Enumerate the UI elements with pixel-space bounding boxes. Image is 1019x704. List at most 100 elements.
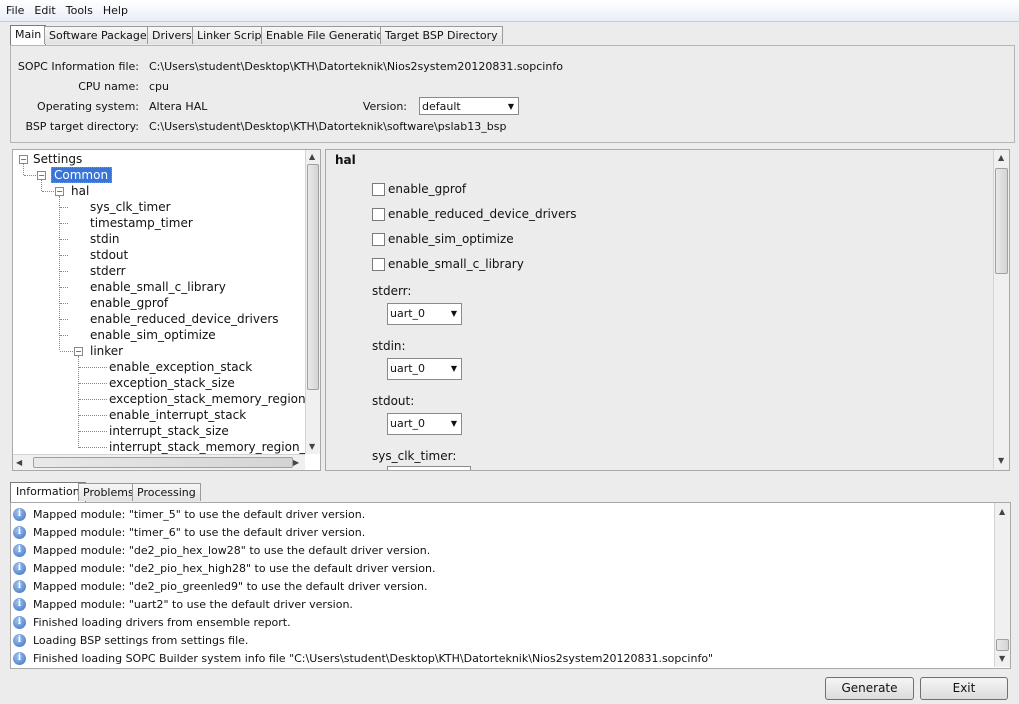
tree-vertical-scrollbar[interactable]: ▲ ▼ <box>305 150 320 454</box>
stdin-label: stdin: <box>372 339 406 353</box>
scroll-down-icon[interactable]: ▼ <box>309 442 315 451</box>
settings-scroll-thumb[interactable] <box>995 168 1008 274</box>
enable-reduced-device-drivers-checkbox[interactable] <box>372 208 385 221</box>
scroll-up-icon[interactable]: ▲ <box>999 507 1005 516</box>
info-icon: i <box>13 652 26 665</box>
tree-item-enable-interrupt-stack[interactable]: enable_interrupt_stack <box>109 408 246 422</box>
tab-enable-file-generation[interactable]: Enable File Generation <box>261 26 396 44</box>
minus-expander-icon[interactable]: − <box>55 187 64 196</box>
info-icon: i <box>13 598 26 611</box>
enable-small-c-library-checkbox[interactable] <box>372 258 385 271</box>
scroll-up-icon[interactable]: ▲ <box>309 152 315 161</box>
tree-scroll-thumb[interactable] <box>307 164 319 390</box>
tab-information[interactable]: Information <box>10 482 86 502</box>
info-icon: i <box>13 562 26 575</box>
tree-item-sys-clk-timer[interactable]: sys_clk_timer <box>90 200 171 214</box>
stdout-label: stdout: <box>372 394 415 408</box>
version-value: default <box>422 100 461 113</box>
minus-expander-icon[interactable]: − <box>19 155 28 164</box>
tab-processing[interactable]: Processing <box>132 483 201 501</box>
scroll-down-icon[interactable]: ▼ <box>998 456 1004 465</box>
version-label: Version: <box>362 100 407 113</box>
info-icon: i <box>13 508 26 521</box>
chevron-down-icon: ▼ <box>450 364 457 373</box>
chevron-down-icon: ▼ <box>507 102 514 111</box>
stderr-select[interactable]: uart_0 ▼ <box>387 303 462 325</box>
tree-item-stdin[interactable]: stdin <box>90 232 120 246</box>
enable-small-c-library-label: enable_small_c_library <box>388 257 524 271</box>
tree-item-enable-exception-stack[interactable]: enable_exception_stack <box>109 360 252 374</box>
enable-gprof-checkbox[interactable] <box>372 183 385 196</box>
tree-item-stdout[interactable]: stdout <box>90 248 128 262</box>
menu-help[interactable]: Help <box>97 0 132 17</box>
tree-linker[interactable]: linker <box>90 344 123 358</box>
chevron-down-icon: ▼ <box>450 309 457 318</box>
bsp-value: C:\Users\student\Desktop\KTH\Datorteknik… <box>149 120 507 133</box>
bsp-label: BSP target directory: <box>25 120 139 133</box>
information-log: i Mapped module: "timer_5" to use the def… <box>10 502 1011 669</box>
info-icon: i <box>13 544 26 557</box>
sys-clk-timer-select[interactable] <box>387 466 471 470</box>
tab-linker-script[interactable]: Linker Script <box>192 26 271 44</box>
tree-item-interrupt-stack-memory-region[interactable]: interrupt_stack_memory_region_na <box>109 440 305 454</box>
os-value: Altera HAL <box>149 100 208 113</box>
stdin-select[interactable]: uart_0 ▼ <box>387 358 462 380</box>
tree-item-interrupt-stack-size[interactable]: interrupt_stack_size <box>109 424 229 438</box>
enable-sim-optimize-checkbox[interactable] <box>372 233 385 246</box>
menu-tools[interactable]: Tools <box>60 0 97 17</box>
minus-expander-icon[interactable]: − <box>74 347 83 356</box>
os-label: Operating system: <box>37 100 139 113</box>
tree-hal[interactable]: hal <box>71 184 89 198</box>
chevron-down-icon: ▼ <box>450 419 457 428</box>
cpu-value: cpu <box>149 80 170 93</box>
scroll-left-icon[interactable]: ◀ <box>16 458 22 467</box>
info-icon: i <box>13 634 26 647</box>
scroll-right-icon[interactable]: ▶ <box>293 458 299 467</box>
tree-horizontal-scrollbar[interactable]: ◀ ▶ <box>13 454 305 470</box>
minus-expander-icon[interactable]: − <box>37 171 46 180</box>
stdout-select[interactable]: uart_0 ▼ <box>387 413 462 435</box>
main-info-panel: SOPC Information file: C:\Users\student\… <box>10 45 1015 143</box>
tree-item-enable-reduced-device-drivers[interactable]: enable_reduced_device_drivers <box>90 312 279 326</box>
settings-vertical-scrollbar[interactable]: ▲ ▼ <box>993 150 1009 469</box>
tab-problems[interactable]: Problems <box>78 483 139 501</box>
tree-item-enable-small-c-library[interactable]: enable_small_c_library <box>90 280 226 294</box>
tree-item-timestamp-timer[interactable]: timestamp_timer <box>90 216 193 230</box>
tab-drivers[interactable]: Drivers <box>147 26 197 44</box>
sopc-value: C:\Users\student\Desktop\KTH\Datorteknik… <box>149 60 563 73</box>
enable-gprof-label: enable_gprof <box>388 182 467 196</box>
tree-settings[interactable]: Settings <box>33 152 82 166</box>
scroll-down-icon[interactable]: ▼ <box>999 654 1005 663</box>
tree-item-enable-sim-optimize[interactable]: enable_sim_optimize <box>90 328 216 342</box>
info-icon: i <box>13 616 26 629</box>
tree-item-enable-gprof[interactable]: enable_gprof <box>90 296 168 310</box>
menu-edit[interactable]: Edit <box>28 0 59 17</box>
tree-hscroll-thumb[interactable] <box>33 457 293 468</box>
tree-item-exception-stack-size[interactable]: exception_stack_size <box>109 376 235 390</box>
exit-button[interactable]: Exit <box>920 677 1008 700</box>
stdin-value: uart_0 <box>390 362 426 375</box>
info-icon: i <box>13 580 26 593</box>
cpu-label: CPU name: <box>78 80 139 93</box>
tab-target-bsp-directory[interactable]: Target BSP Directory <box>380 26 503 44</box>
tree-item-exception-stack-memory-region[interactable]: exception_stack_memory_region_n <box>109 392 305 406</box>
tab-main[interactable]: Main <box>10 25 47 45</box>
tree-item-stderr[interactable]: stderr <box>90 264 126 278</box>
settings-tree: − Settings − Common − hal sys_clk_timer … <box>12 149 321 471</box>
version-select[interactable]: default ▼ <box>419 97 519 115</box>
menu-bar: File Edit Tools Help <box>0 0 1019 22</box>
stdout-value: uart_0 <box>390 417 426 430</box>
stderr-label: stderr: <box>372 284 412 298</box>
enable-reduced-device-drivers-label: enable_reduced_device_drivers <box>388 207 577 221</box>
tab-software-packages[interactable]: Software Packages <box>44 26 158 44</box>
sopc-label: SOPC Information file: <box>17 60 139 73</box>
menu-file[interactable]: File <box>0 0 28 17</box>
enable-sim-optimize-label: enable_sim_optimize <box>388 232 514 246</box>
generate-button[interactable]: Generate <box>825 677 914 700</box>
log-vertical-scrollbar[interactable]: ▲ ▼ <box>994 503 1010 667</box>
tree-common[interactable]: Common <box>51 167 113 183</box>
scroll-up-icon[interactable]: ▲ <box>998 153 1004 162</box>
info-icon: i <box>13 526 26 539</box>
stderr-value: uart_0 <box>390 307 426 320</box>
log-scroll-thumb[interactable] <box>996 639 1009 651</box>
